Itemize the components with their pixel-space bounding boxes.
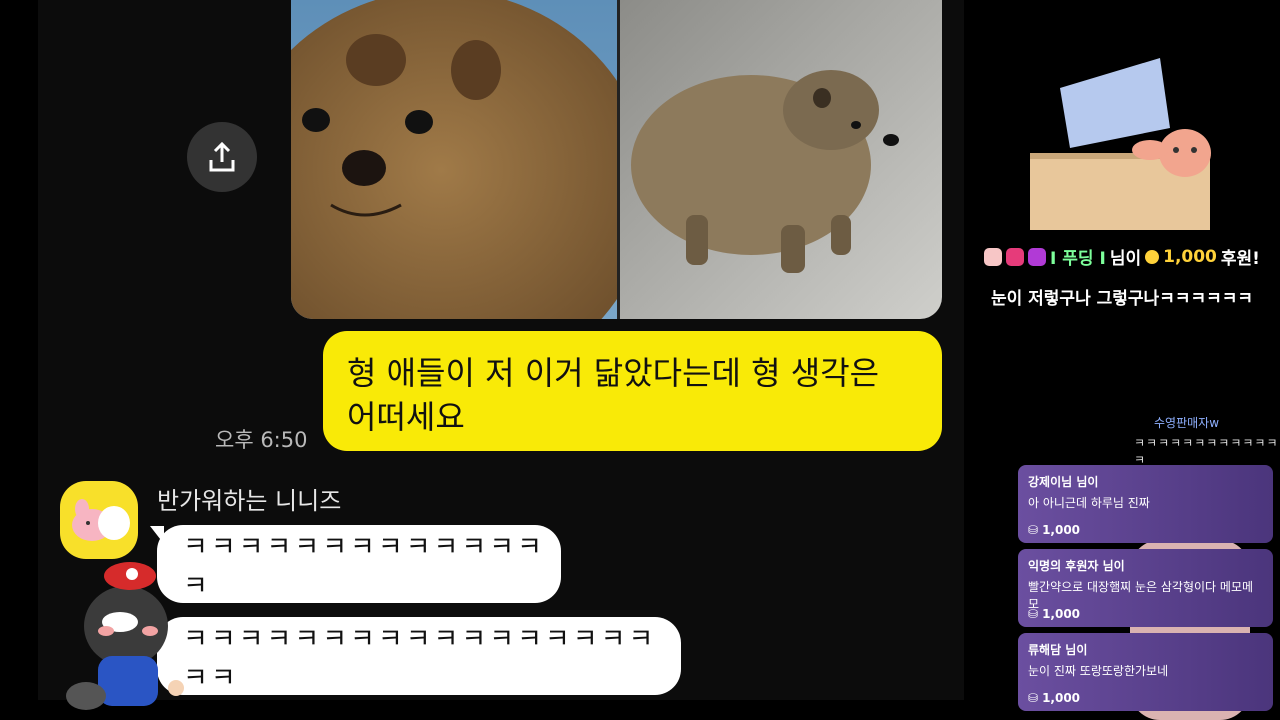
my-message-text: 형 애들이 저 이거 닮았다는데 형 생각은 어떠세요: [347, 354, 880, 436]
hyrax-photo: [291, 0, 942, 319]
donor-suffix: 님이: [1109, 249, 1142, 269]
sender-name: 반가워하는 니니즈: [157, 487, 342, 515]
card-amount-value: 1,000: [1042, 523, 1081, 537]
card-message: 아 아니근데 하루님 진짜: [1028, 496, 1150, 510]
donation-card: 익명의 후원자 님이 빨간약으로 대장햄찌 눈은 삼각형이다 메모메모 ⛁ 1,…: [1018, 549, 1273, 627]
coin-icon: ⛁: [1028, 691, 1039, 705]
share-button[interactable]: [187, 122, 257, 192]
card-amount: ⛁ 1,000: [1028, 691, 1080, 705]
card-amount-value: 1,000: [1042, 607, 1081, 621]
donation-card: 류해담 님이 눈이 진짜 또랑또랑한가보네 ⛁ 1,000: [1018, 633, 1273, 711]
donation-card: 강제이님 님이 아 아니근데 하루님 진짜 ⛁ 1,000: [1018, 465, 1273, 543]
card-amount: ⛁ 1,000: [1028, 523, 1080, 537]
share-icon: [209, 141, 235, 172]
stream-chat-text: ㅋㅋㅋㅋㅋㅋㅋㅋㅋㅋㅋㅋㅋ: [1134, 436, 1279, 467]
reply-text: ㅋㅋㅋㅋㅋㅋㅋㅋㅋㅋㅋㅋㅋㅋㅋㅋㅋㅋㅋ: [183, 624, 657, 694]
card-amount-value: 1,000: [1042, 691, 1081, 705]
ninis-character-icon: [72, 499, 130, 541]
donor-nickname: I 푸딩 I: [1050, 249, 1106, 269]
my-message-bubble[interactable]: 형 애들이 저 이거 닮았다는데 형 생각은 어떠세요: [323, 331, 942, 451]
sender-avatar[interactable]: [60, 481, 138, 559]
card-amount: ⛁ 1,000: [1028, 607, 1080, 621]
hamster-icon: [984, 247, 1003, 266]
reply-bubble[interactable]: ㅋㅋㅋㅋㅋㅋㅋㅋㅋㅋㅋㅋㅋㅋ: [157, 525, 561, 603]
card-donor: 강제이님 님이: [1028, 475, 1099, 489]
coin-icon: [1145, 249, 1160, 264]
coin-icon: ⛁: [1028, 523, 1039, 537]
reply-bubble[interactable]: ㅋㅋㅋㅋㅋㅋㅋㅋㅋㅋㅋㅋㅋㅋㅋㅋㅋㅋㅋ: [157, 617, 681, 695]
message-time: 오후 6:50: [215, 428, 308, 452]
card-donor: 류해담 님이: [1028, 643, 1088, 657]
stream-chat-user: 수영판매자w: [1154, 416, 1220, 430]
shared-photo[interactable]: [291, 0, 942, 319]
coin-icon: ⛁: [1028, 607, 1039, 621]
donation-amount: 1,000: [1163, 246, 1217, 267]
alert-character-image: [1030, 58, 1211, 230]
card-message: 눈이 진짜 또랑또랑한가보네: [1028, 664, 1169, 678]
reply-text: ㅋㅋㅋㅋㅋㅋㅋㅋㅋㅋㅋㅋㅋㅋ: [183, 532, 545, 602]
donation-unit: 후원!: [1220, 249, 1260, 269]
badge-icon: [1028, 247, 1047, 266]
card-donor: 익명의 후원자 님이: [1028, 559, 1125, 573]
heart-icon: [1006, 247, 1025, 266]
mascot-avatar: [66, 562, 184, 710]
donation-message: 눈이 저렇구나 그렇구나ㅋㅋㅋㅋㅋㅋ: [990, 289, 1254, 309]
donation-alert: I 푸딩 I 님이 1,000 후원!: [964, 244, 1280, 269]
